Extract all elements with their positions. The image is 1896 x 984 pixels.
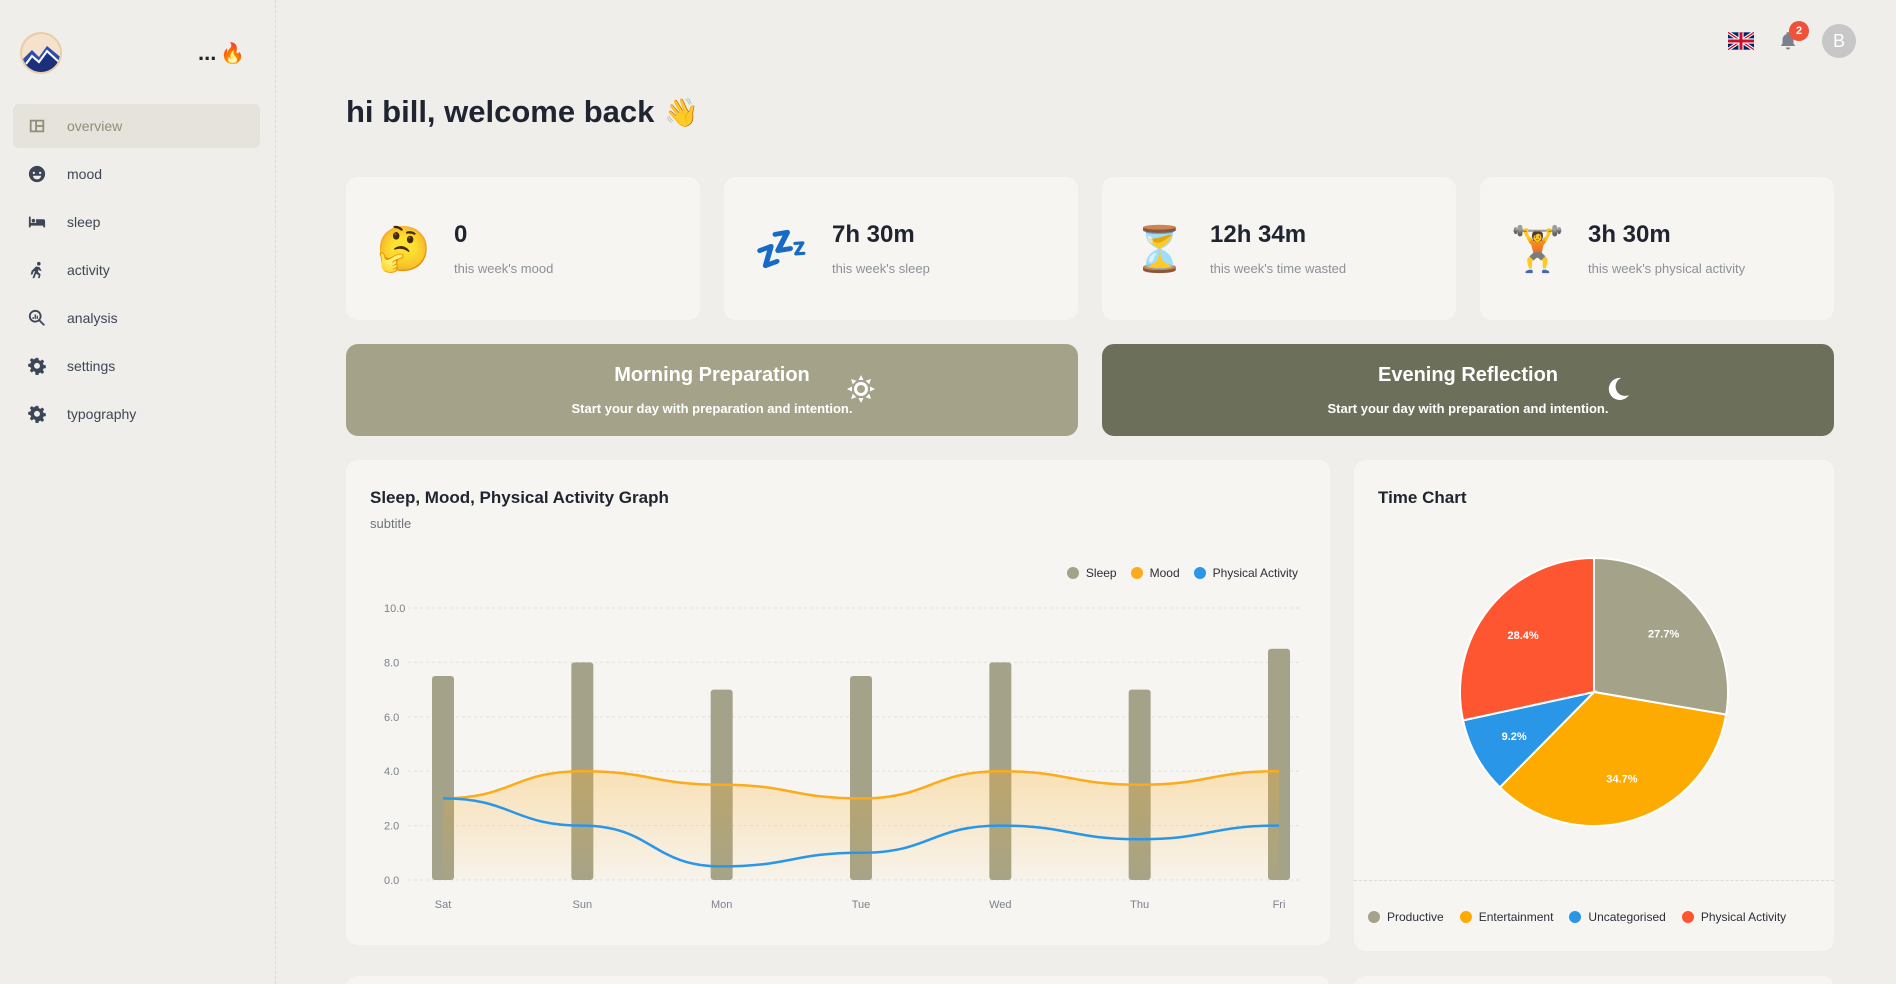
combo-chart: 0.0 2.0 4.0 6.0 8.0 10.0 Sat Sun Mon Tue Wed Thu Fri [384,603,1300,911]
banner-subtitle: Start your day with preparation and inte… [571,401,853,416]
legend-dot [1459,911,1472,923]
notification-button[interactable]: 2 [1776,21,1809,53]
search-analysis-icon [27,308,47,328]
y-tick-label: 10.0 [384,603,405,615]
sidebar-nav: overview mood sleep activity analysis se… [13,104,260,440]
legend-dot [1368,911,1380,923]
pie-chart: 27.7% 34.7% 9.2% 28.4% [1459,556,1729,827]
legend-divider [1354,880,1834,881]
weightlifter-icon: 🏋 [1510,223,1565,275]
sidebar-item-sleep[interactable]: sleep [13,200,260,244]
x-tick-label: Wed [989,899,1011,911]
y-tick-label: 6.0 [384,712,399,724]
legend-dot [1681,911,1694,923]
running-icon [27,260,47,280]
stat-value: 0 [454,221,468,248]
legend-label: Entertainment [1478,910,1554,924]
zzz-icon: 💤 [754,223,809,275]
x-tick-label: Mon [711,899,732,911]
flame-icon: 🔥 [220,41,246,65]
page-title: hi bill, welcome back 👋 [346,94,699,130]
legend-label: Physical Activity [1700,910,1787,924]
sidebar: ... 🔥 overview mood sleep activity analy… [0,0,276,984]
sidebar-item-settings[interactable]: settings [13,344,260,388]
streak-dots: ... [198,40,217,65]
sidebar-item-label: mood [67,166,103,182]
evening-reflection-banner[interactable]: Evening Reflection Start your day with p… [1102,344,1834,436]
pie-legend: Productive Entertainment Uncategorised P… [1368,910,1786,924]
sun-icon [846,374,876,404]
sidebar-item-analysis[interactable]: analysis [13,296,260,340]
x-tick-label: Fri [1273,899,1286,911]
y-tick-label: 8.0 [384,657,399,669]
sidebar-item-mood[interactable]: mood [13,152,260,196]
sidebar-item-activity[interactable]: activity [13,248,260,292]
uk-flag-icon[interactable] [1727,30,1755,52]
hourglass-icon: ⏳ [1132,223,1187,275]
bed-icon [27,212,47,232]
legend-item-productive[interactable]: Productive [1368,910,1444,924]
sidebar-item-label: overview [67,118,123,134]
bottom-card-left [346,976,1330,984]
sidebar-item-overview[interactable]: overview [13,104,260,148]
y-tick-label: 0.0 [384,875,399,887]
banner-title: Morning Preparation [614,364,810,386]
stat-label: this week's physical activity [1588,261,1746,276]
banner-title: Evening Reflection [1377,364,1559,386]
legend-label: Productive [1387,910,1444,924]
stat-label: this week's sleep [832,261,930,276]
legend-label: Uncategorised [1588,910,1666,924]
sidebar-item-label: sleep [67,214,101,230]
x-tick-label: Sun [573,899,593,911]
stat-value: 12h 34m [1210,221,1307,248]
time-chart-panel: Time Chart 27.7% 34.7% 9.2% 28.4% Productiv… [1354,460,1834,951]
x-tick-label: Thu [1130,899,1149,911]
stat-card-time-wasted[interactable]: ⏳ 12h 34m this week's time wasted [1102,177,1456,320]
sidebar-item-label: settings [67,358,116,374]
waving-hand-icon: 👋 [664,95,700,129]
sidebar-item-label: analysis [67,310,118,326]
x-tick-label: Sat [435,899,452,911]
pie-slice-label: 28.4% [1507,630,1538,642]
stat-label: this week's mood [454,261,554,276]
pie-slice-label: 9.2% [1502,731,1527,743]
greeting-text: hi bill, welcome back [346,94,655,129]
layout-icon [27,116,47,136]
sidebar-item-label: typography [67,406,137,422]
banner-subtitle: Start your day with preparation and inte… [1327,401,1609,416]
bottom-card-right [1354,976,1834,984]
notification-badge: 2 [1789,21,1809,41]
legend-item-uncategorised[interactable]: Uncategorised [1569,910,1666,924]
sidebar-item-typography[interactable]: typography [13,392,260,436]
x-tick-label: Tue [852,899,871,911]
stat-label: this week's time wasted [1210,261,1347,276]
stat-card-physical-activity[interactable]: 🏋 3h 30m this week's physical activity [1480,177,1834,320]
thinking-face-icon: 🤔 [376,223,431,275]
y-tick-label: 4.0 [384,766,399,778]
pie-slice-label: 34.7% [1606,774,1637,786]
sidebar-item-label: activity [67,262,110,278]
moon-icon [1602,374,1632,404]
stat-value: 3h 30m [1588,221,1671,248]
user-avatar[interactable]: B [1822,24,1856,58]
gear-icon [27,356,47,376]
gear-icon [27,404,47,424]
stat-value: 7h 30m [832,221,915,248]
stat-card-mood[interactable]: 🤔 0 this week's mood [346,177,700,320]
sleep-mood-activity-chart-panel: Sleep, Mood, Physical Activity Graph sub… [346,460,1330,945]
morning-preparation-banner[interactable]: Morning Preparation Start your day with … [346,344,1078,436]
app-logo[interactable] [20,32,62,74]
y-tick-label: 2.0 [384,821,399,833]
legend-item-physical-activity[interactable]: Physical Activity [1681,910,1787,924]
top-bar: 2 B [1727,21,1856,58]
legend-dot [1569,911,1582,923]
pie-slice-label: 27.7% [1648,628,1679,640]
legend-item-entertainment[interactable]: Entertainment [1459,910,1554,924]
stat-card-sleep[interactable]: 💤 7h 30m this week's sleep [724,177,1078,320]
smiley-icon [27,164,47,184]
streak-indicator[interactable]: ... 🔥 [198,40,245,66]
